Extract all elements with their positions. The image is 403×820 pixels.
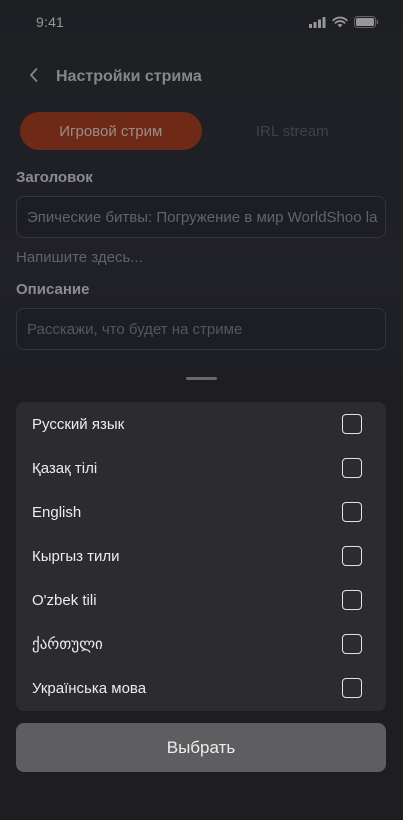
choose-button[interactable]: Выбрать [16, 723, 386, 772]
language-checkbox[interactable] [342, 414, 362, 434]
language-checkbox[interactable] [342, 678, 362, 698]
sheet-drag-handle[interactable] [186, 377, 217, 380]
language-label: ქართული [32, 636, 103, 653]
language-option-uzbek[interactable]: O'zbek tili [16, 578, 386, 622]
language-label: Қазақ тілі [32, 459, 98, 477]
language-option-kyrgyz[interactable]: Кыргыз тили [16, 534, 386, 578]
language-list: Русский язык Қазақ тілі English Кыргыз т… [16, 402, 386, 711]
language-label: O'zbek tili [32, 591, 97, 609]
language-label: Кыргыз тили [32, 547, 120, 565]
language-label: Українська мова [32, 679, 147, 697]
language-checkbox[interactable] [342, 590, 362, 610]
language-option-russian[interactable]: Русский язык [16, 402, 386, 446]
language-bottom-sheet: Русский язык Қазақ тілі English Кыргыз т… [0, 367, 403, 820]
language-checkbox[interactable] [342, 458, 362, 478]
language-option-ukrainian[interactable]: Українська мова [16, 666, 386, 710]
language-option-english[interactable]: English [16, 490, 386, 534]
language-checkbox[interactable] [342, 502, 362, 522]
language-checkbox[interactable] [342, 546, 362, 566]
language-option-georgian[interactable]: ქართული [16, 622, 386, 666]
language-option-kazakh[interactable]: Қазақ тілі [16, 446, 386, 490]
language-label: English [32, 503, 82, 521]
language-checkbox[interactable] [342, 634, 362, 654]
language-label: Русский язык [32, 415, 125, 433]
